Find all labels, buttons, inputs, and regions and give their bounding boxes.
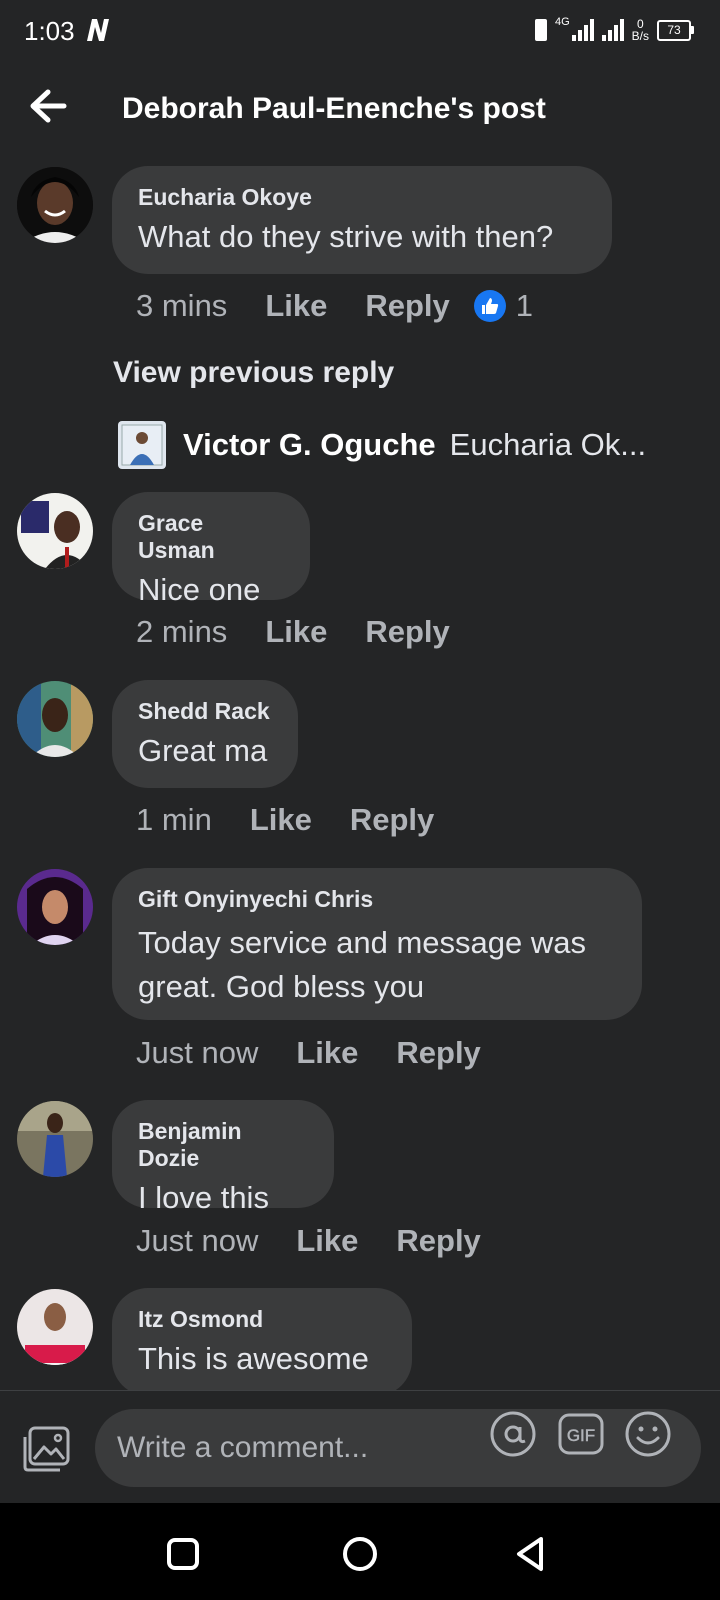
comment-composer: Write a comment... GIF xyxy=(0,1390,720,1503)
emoji-icon[interactable] xyxy=(624,1410,672,1458)
mention-icon[interactable] xyxy=(489,1410,537,1458)
comment-bubble[interactable]: Itz Osmond This is awesome xyxy=(112,1288,412,1390)
comment-text: This is awesome xyxy=(138,1341,369,1376)
system-nav-bar xyxy=(0,1503,720,1600)
recents-icon[interactable] xyxy=(163,1534,203,1574)
gif-icon[interactable]: GIF xyxy=(557,1410,605,1458)
comment-placeholder: Write a comment... xyxy=(117,1431,369,1464)
home-icon[interactable] xyxy=(340,1534,380,1574)
avatar[interactable] xyxy=(17,1289,93,1365)
commenter-name[interactable]: Itz Osmond xyxy=(138,1306,386,1333)
comment-input[interactable]: Write a comment... xyxy=(95,1409,701,1487)
photo-icon[interactable] xyxy=(20,1425,72,1473)
svg-text:GIF: GIF xyxy=(567,1426,595,1445)
comment: Itz Osmond This is awesome xyxy=(0,0,720,1390)
back-icon[interactable] xyxy=(511,1534,551,1574)
